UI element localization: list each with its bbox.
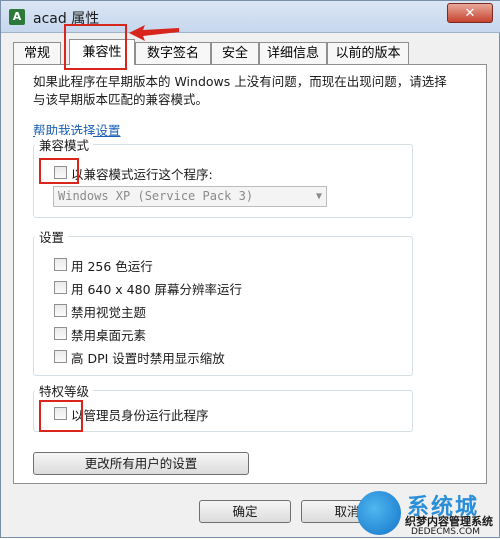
compat-mode-checkbox-label: 以兼容模式运行这个程序:	[71, 167, 213, 182]
windows-logo-icon	[357, 491, 401, 535]
change-settings-all-users-button[interactable]: 更改所有用户的设置	[33, 452, 249, 475]
annotation-arrow-icon	[129, 25, 179, 41]
run-640x480-checkbox[interactable]	[54, 281, 67, 294]
settings-group-title: 设置	[35, 227, 69, 246]
watermark-bottom-text: DEDECMS.COM	[411, 527, 480, 537]
run-256-colors-checkbox[interactable]	[54, 258, 67, 271]
chevron-down-icon: ▼	[315, 191, 322, 202]
site-watermark: 系统城 织梦内容管理系统 DEDECMS.COM	[351, 489, 500, 539]
disable-dpi-scaling-label: 高 DPI 设置时禁用显示缩放	[71, 351, 225, 366]
run-256-colors-label: 用 256 色运行	[71, 259, 153, 274]
compat-os-select[interactable]: Windows XP (Service Pack 3) ▼	[53, 186, 327, 207]
tab-highlight-box	[64, 24, 127, 70]
privilege-group-title: 特权等级	[35, 381, 94, 400]
autocad-app-icon: A	[9, 9, 25, 25]
tab-general[interactable]: 常规	[13, 42, 61, 64]
disable-visual-themes-checkbox[interactable]	[54, 304, 67, 317]
tab-previous-versions[interactable]: 以前的版本	[327, 42, 409, 64]
disable-desktop-composition-checkbox[interactable]	[54, 327, 67, 340]
admin-checkbox-highlight-box	[39, 400, 83, 432]
compat-checkbox-highlight-box	[39, 158, 79, 184]
disable-visual-themes-label: 禁用视觉主题	[71, 305, 147, 320]
tab-digital-signatures[interactable]: 数字签名	[135, 42, 211, 64]
properties-window: A acad 属性 ✕ 常规 兼容性 数字签名 安全 详细信息 以前的版本 如果…	[0, 0, 500, 538]
run-640x480-label: 用 640 x 480 屏幕分辨率运行	[71, 282, 243, 297]
ok-button[interactable]: 确定	[199, 500, 291, 523]
run-as-admin-label: 以管理员身份运行此程序	[71, 408, 209, 423]
disable-dpi-scaling-checkbox[interactable]	[54, 350, 67, 363]
disable-desktop-composition-label: 禁用桌面元素	[71, 328, 147, 343]
compat-os-select-value: Windows XP (Service Pack 3)	[58, 189, 254, 203]
tab-security[interactable]: 安全	[211, 42, 259, 64]
tab-details[interactable]: 详细信息	[259, 42, 327, 64]
close-button[interactable]: ✕	[447, 3, 493, 23]
compat-mode-group-title: 兼容模式	[35, 135, 94, 154]
intro-text: 如果此程序在早期版本的 Windows 上没有问题，而现在出现问题，请选择与该早…	[33, 74, 447, 107]
